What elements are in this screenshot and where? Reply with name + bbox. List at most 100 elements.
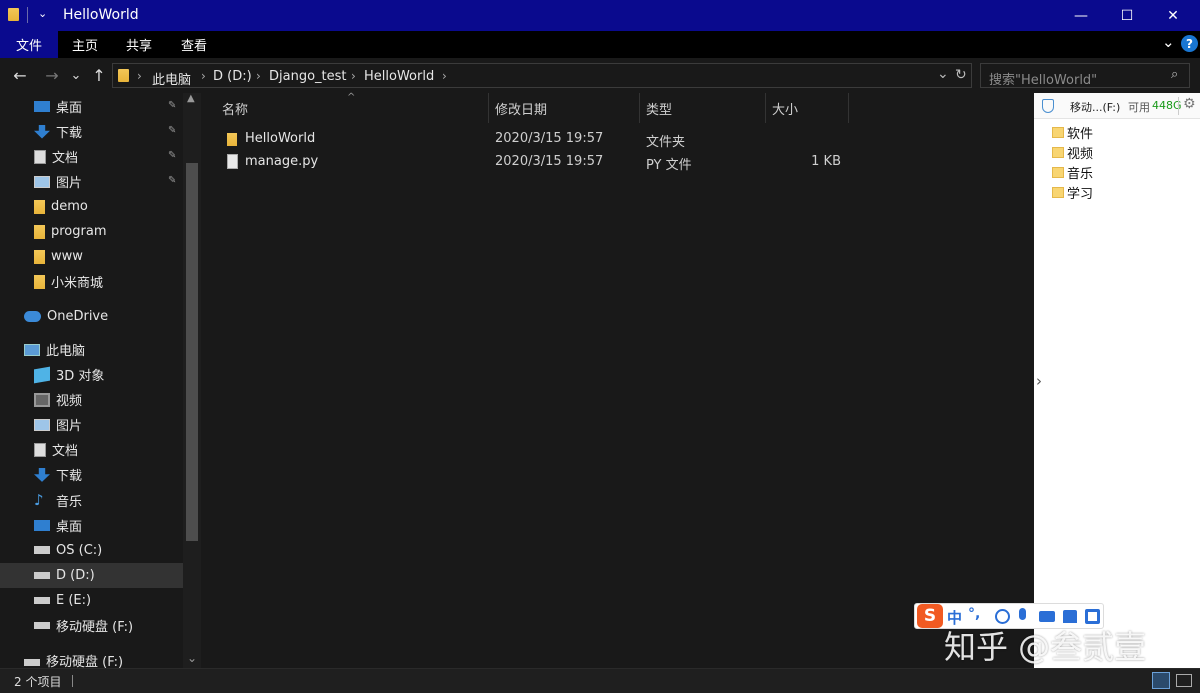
microphone-icon[interactable] bbox=[1019, 608, 1026, 620]
tab-share[interactable]: 共享 bbox=[112, 31, 166, 58]
address-dropdown-icon[interactable]: ⌄ bbox=[937, 66, 949, 82]
quick-access-dropdown-icon[interactable]: ⌄ bbox=[38, 7, 47, 20]
tab-home[interactable]: 主页 bbox=[58, 31, 112, 58]
address-row: ← → ⌄ ↑ › 此电脑 › D (D:) › Django_test › H… bbox=[0, 58, 1200, 93]
forward-button[interactable]: → bbox=[40, 58, 64, 93]
column-header-date[interactable]: 修改日期 bbox=[490, 93, 640, 123]
panel-folder-item[interactable]: 视频 bbox=[1052, 142, 1093, 162]
folder-icon bbox=[1052, 146, 1064, 158]
sidebar-item-quick-2[interactable]: 文档 ✎ bbox=[0, 144, 183, 169]
folder-icon bbox=[1052, 166, 1064, 178]
close-button[interactable]: ✕ bbox=[1150, 0, 1196, 31]
sidebar-item-pc-8[interactable]: D (D:) bbox=[0, 562, 183, 588]
file-date: 2020/3/15 19:57 bbox=[495, 131, 604, 146]
tab-file[interactable]: 文件 bbox=[0, 31, 58, 58]
refresh-icon[interactable]: ↻ bbox=[955, 67, 967, 83]
column-header-label: 名称 bbox=[222, 102, 249, 118]
address-bar[interactable]: › 此电脑 › D (D:) › Django_test › HelloWorl… bbox=[112, 63, 972, 88]
sidebar-item-quick-1[interactable]: 下载 ✎ bbox=[0, 119, 183, 144]
pin-icon[interactable]: ✎ bbox=[168, 175, 178, 187]
sidebar-item-removable[interactable]: 移动硬盘 (F:) bbox=[0, 648, 183, 668]
sidebar-item-label: OS (C:) bbox=[56, 542, 103, 558]
expand-ribbon-icon[interactable]: ⌄ bbox=[1162, 33, 1175, 51]
minimize-button[interactable]: — bbox=[1058, 0, 1104, 31]
sidebar-item-quick-5[interactable]: program bbox=[0, 219, 183, 244]
desktop-icon bbox=[34, 519, 50, 531]
sidebar-item-pc-10[interactable]: 移动硬盘 (F:) bbox=[0, 613, 183, 638]
back-button[interactable]: ← bbox=[8, 58, 32, 93]
sidebar-item-pc-1[interactable]: 视频 bbox=[0, 387, 183, 412]
file-type: PY 文件 bbox=[646, 158, 692, 173]
search-box[interactable]: 搜索"HelloWorld" ⌕ bbox=[980, 63, 1190, 88]
window-title: HelloWorld bbox=[63, 7, 139, 23]
folder-icon bbox=[34, 199, 45, 214]
sidebar-item-label: 3D 对象 bbox=[56, 369, 105, 384]
sidebar-scrollbar[interactable]: ▲ ⌄ bbox=[183, 93, 201, 668]
breadcrumb-django-test[interactable]: Django_test bbox=[269, 69, 347, 84]
gear-icon[interactable]: ⚙ bbox=[1183, 96, 1196, 112]
sidebar-item-pc-0[interactable]: 3D 对象 bbox=[0, 362, 183, 387]
ime-punct-toggle[interactable]: °, bbox=[968, 606, 980, 622]
sidebar-item-quick-4[interactable]: demo bbox=[0, 194, 183, 219]
sidebar-item-pc-9[interactable]: E (E:) bbox=[0, 588, 183, 613]
breadcrumb-separator: › bbox=[256, 69, 261, 83]
zhihu-watermark: 知乎 @叁贰壹 bbox=[944, 628, 1147, 666]
search-icon[interactable]: ⌕ bbox=[1171, 67, 1178, 82]
pin-icon[interactable]: ✎ bbox=[168, 100, 178, 112]
sidebar-item-quick-3[interactable]: 图片 ✎ bbox=[0, 169, 183, 194]
cloud-icon bbox=[24, 311, 41, 322]
recent-locations-button[interactable]: ⌄ bbox=[66, 58, 86, 93]
sidebar-item-pc-4[interactable]: 下载 bbox=[0, 462, 183, 487]
search-placeholder: 搜索"HelloWorld" bbox=[989, 73, 1098, 88]
details-view-button[interactable] bbox=[1152, 672, 1170, 689]
panel-folder-item[interactable]: 学习 bbox=[1052, 182, 1093, 202]
panel-divider bbox=[1178, 97, 1179, 115]
sidebar-item-this-pc[interactable]: 此电脑 bbox=[0, 337, 183, 362]
drive-label[interactable]: 移动...(F:) bbox=[1070, 99, 1120, 115]
breadcrumb-this-pc[interactable]: 此电脑 bbox=[152, 69, 191, 88]
pin-icon[interactable]: ✎ bbox=[168, 125, 178, 137]
file-row[interactable]: HelloWorld 2020/3/15 19:57 文件夹 bbox=[221, 128, 1041, 151]
sidebar-item-quick-6[interactable]: www bbox=[0, 244, 183, 269]
music-icon: ♪ bbox=[34, 491, 44, 509]
large-icons-view-button[interactable] bbox=[1176, 674, 1192, 687]
panel-folder-item[interactable]: 软件 bbox=[1052, 122, 1093, 142]
collapse-panel-icon[interactable]: › bbox=[1032, 369, 1046, 393]
sidebar-item-onedrive[interactable]: OneDrive bbox=[0, 304, 183, 329]
file-name: manage.py bbox=[245, 154, 319, 169]
sidebar-item-label: program bbox=[51, 224, 107, 239]
scroll-down-icon[interactable]: ⌄ bbox=[187, 651, 197, 665]
sidebar-item-quick-0[interactable]: 桌面 ✎ bbox=[0, 94, 183, 119]
breadcrumb-drive-d[interactable]: D (D:) bbox=[213, 69, 252, 84]
column-header-name[interactable]: 名称 bbox=[221, 93, 489, 123]
scrollbar-thumb[interactable] bbox=[186, 163, 198, 541]
sidebar-item-pc-2[interactable]: 图片 bbox=[0, 412, 183, 437]
sidebar-item-pc-3[interactable]: 文档 bbox=[0, 437, 183, 462]
sidebar-item-quick-7[interactable]: 小米商城 bbox=[0, 269, 183, 294]
breadcrumb-separator: › bbox=[137, 69, 142, 83]
sidebar-item-pc-7[interactable]: OS (C:) bbox=[0, 538, 183, 563]
3d-objects-icon bbox=[34, 366, 50, 383]
pin-icon[interactable]: ✎ bbox=[168, 150, 178, 162]
tab-view[interactable]: 查看 bbox=[166, 31, 222, 58]
column-header-size[interactable]: 大小 bbox=[767, 93, 849, 123]
drive-icon bbox=[34, 622, 50, 629]
keyboard-icon[interactable] bbox=[1039, 611, 1055, 622]
sidebar-item-label: 移动硬盘 (F:) bbox=[56, 620, 134, 635]
panel-folder-label: 学习 bbox=[1067, 186, 1094, 202]
sidebar-item-label: 桌面 bbox=[56, 101, 83, 116]
picture-icon bbox=[34, 175, 50, 188]
column-header-type[interactable]: 类型 bbox=[641, 93, 766, 123]
sidebar-item-label: 图片 bbox=[56, 176, 83, 191]
breadcrumb-helloworld[interactable]: HelloWorld bbox=[364, 69, 434, 84]
maximize-button[interactable]: ☐ bbox=[1104, 0, 1150, 31]
help-icon[interactable]: ? bbox=[1181, 35, 1198, 52]
sidebar-item-pc-5[interactable]: ♪ 音乐 bbox=[0, 488, 183, 513]
up-button[interactable]: ↑ bbox=[87, 58, 111, 93]
file-row[interactable]: manage.py 2020/3/15 19:57 PY 文件 1 KB bbox=[221, 151, 1041, 174]
scroll-up-icon[interactable]: ▲ bbox=[187, 93, 195, 104]
panel-folder-item[interactable]: 音乐 bbox=[1052, 162, 1093, 182]
panel-header: 移动...(F:) 可用 448G ⚙ bbox=[1034, 93, 1200, 119]
sidebar-item-pc-6[interactable]: 桌面 bbox=[0, 513, 183, 538]
panel-folder-label: 音乐 bbox=[1067, 166, 1094, 182]
